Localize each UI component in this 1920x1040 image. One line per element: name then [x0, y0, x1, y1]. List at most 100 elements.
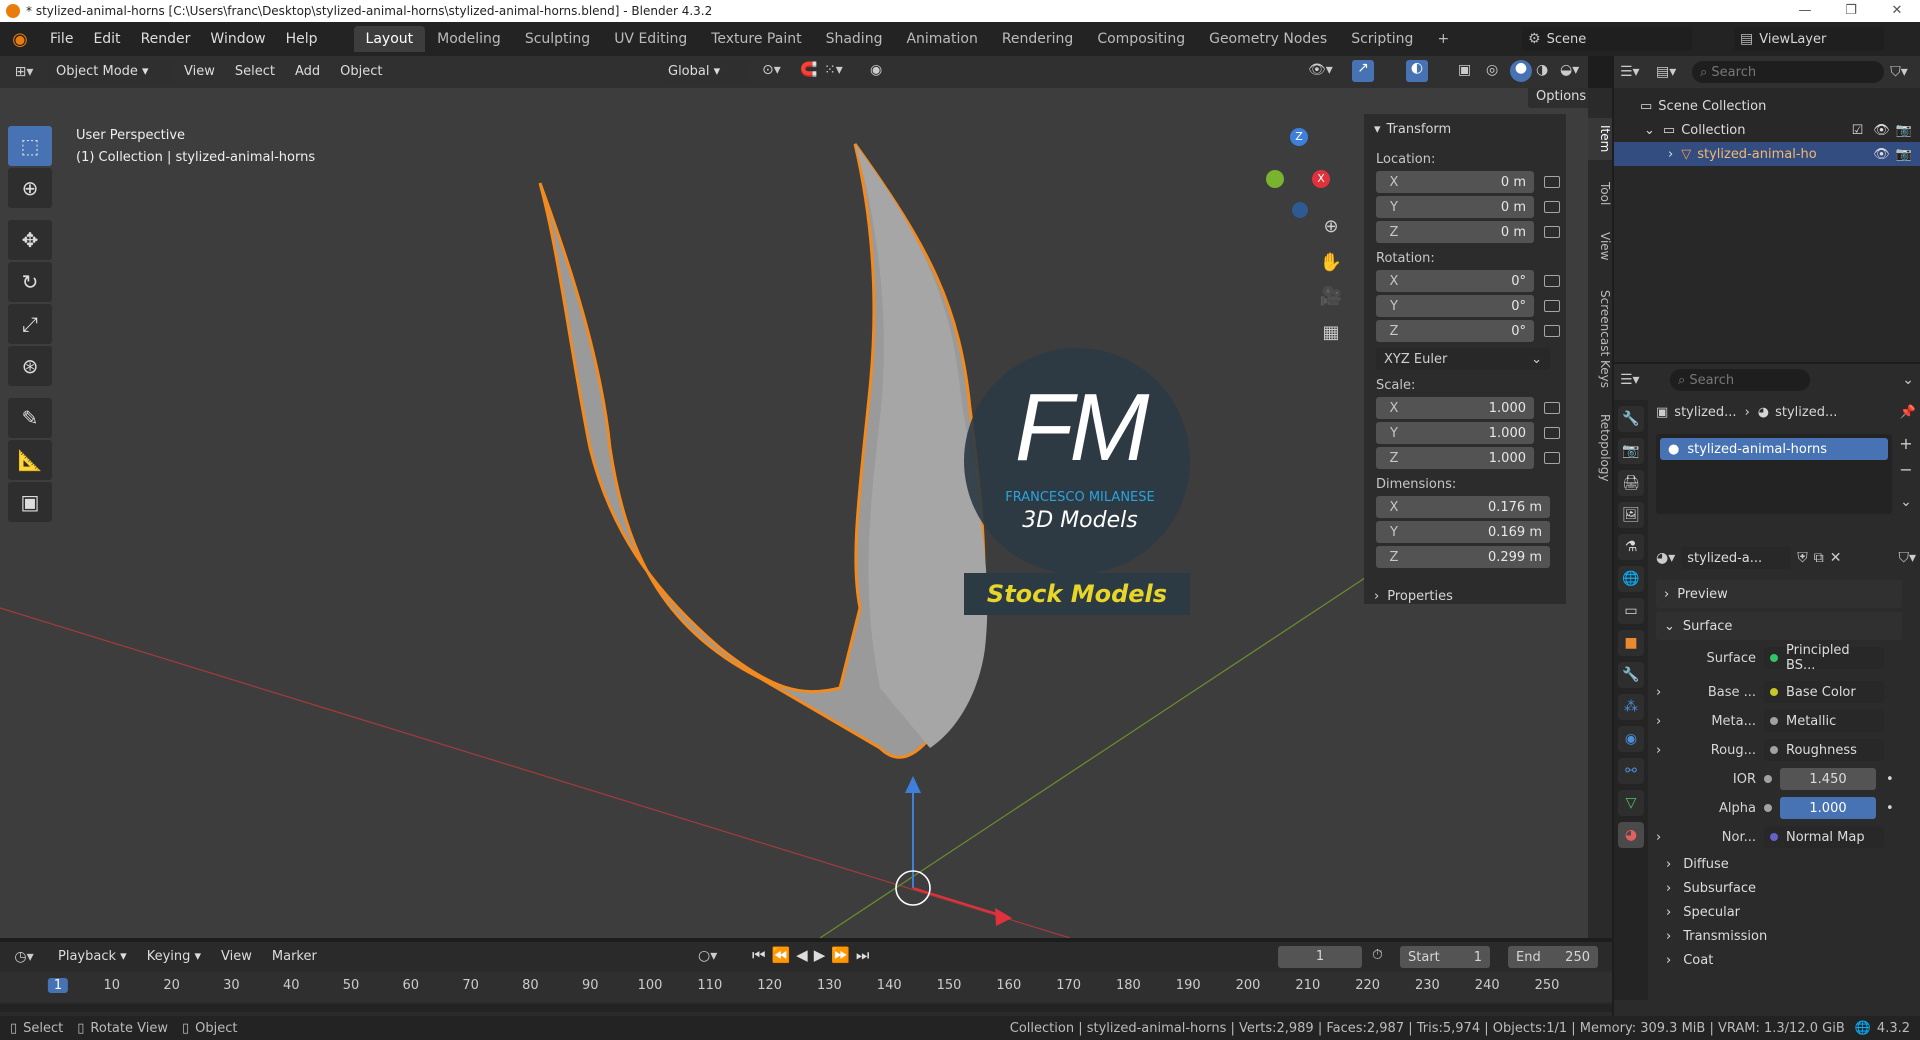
eye-icon[interactable]: 👁 [1873, 123, 1890, 138]
duplicate-material-icon[interactable]: ⧉ [1814, 550, 1824, 566]
tab-scripting[interactable]: Scripting [1339, 26, 1425, 52]
start-frame-field[interactable]: Start 1 [1400, 946, 1490, 968]
slot-menu-icon[interactable]: ⌄ [1896, 494, 1916, 510]
timeline-ruler[interactable]: 1 10 20 30 40 50 60 70 80 90 100 110 120 130 140 150 160… [0, 972, 1612, 1002]
outliner-object-row[interactable]: › ▽ stylized-animal-ho 👁 📷 [1614, 142, 1920, 166]
rotation-y-field[interactable]: Y 0° [1376, 295, 1534, 317]
chevron-right-icon[interactable]: › [1656, 830, 1680, 845]
modifier-tab-icon[interactable]: 🔧 [1618, 662, 1644, 688]
restore-icon[interactable]: ❐ [1828, 0, 1874, 22]
annotate-tool[interactable]: ✎ [8, 398, 52, 438]
lock-icon[interactable] [1544, 275, 1560, 287]
vp-menu-view[interactable]: View [174, 55, 225, 89]
alpha-field[interactable]: 1.000 [1780, 797, 1876, 819]
tab-rendering[interactable]: Rendering [990, 26, 1086, 52]
ortho-grid-icon[interactable]: ▦ [1318, 322, 1344, 343]
menu-edit[interactable]: Edit [83, 22, 130, 56]
unlink-material-icon[interactable]: ✕ [1830, 550, 1842, 566]
location-z-field[interactable]: Z 0 m [1376, 221, 1534, 243]
node-tree-icon[interactable]: ⛉▾ [1898, 550, 1916, 566]
scene-tab-icon[interactable]: ⚗ [1618, 534, 1644, 560]
chevron-down-icon[interactable]: ⌄ [1902, 372, 1914, 388]
pin-icon[interactable]: 📌 [1900, 405, 1916, 420]
menu-window[interactable]: Window [200, 22, 275, 56]
gizmo-toggle-icon[interactable]: ↗ [1352, 60, 1374, 82]
timeline-editor-icon[interactable]: ◷▾ [0, 949, 48, 965]
camera-view-icon[interactable]: 🎥 [1318, 286, 1344, 307]
timeline-menu-marker[interactable]: Marker [262, 940, 327, 974]
material-browse-icon[interactable]: ◕▾ [1656, 550, 1675, 566]
rotation-x-field[interactable]: X 0° [1376, 270, 1534, 292]
side-tab-retopology[interactable]: Retopology [1588, 408, 1612, 488]
ior-field[interactable]: 1.450 [1780, 768, 1876, 790]
scale-tool[interactable]: ⤢ [8, 304, 52, 344]
gizmo-y-axis[interactable] [1266, 170, 1284, 188]
chevron-right-icon[interactable]: › [1656, 714, 1680, 729]
outliner-collection[interactable]: ⌄ ▭ Collection ☑ 👁 📷 [1614, 118, 1920, 142]
scale-z-field[interactable]: Z 1.000 [1376, 447, 1534, 469]
lock-icon[interactable] [1544, 325, 1560, 337]
pan-hand-icon[interactable]: ✋ [1318, 252, 1344, 273]
gizmo-neg-z-axis[interactable] [1292, 202, 1308, 218]
base-color-link-button[interactable]: Base Color [1764, 681, 1884, 703]
collection-tab-icon[interactable]: ▭ [1618, 598, 1644, 624]
subsection-specular[interactable]: › Specular [1656, 900, 1902, 924]
rotation-mode-dropdown[interactable]: XYZ Euler ⌄ [1376, 348, 1550, 370]
tab-layout[interactable]: Layout [353, 26, 426, 52]
shading-wireframe-icon[interactable]: ◎ [1486, 62, 1498, 78]
properties-search-input[interactable]: ⌕ Search [1670, 369, 1810, 391]
side-tab-item[interactable]: Item [1588, 118, 1612, 160]
lock-icon[interactable] [1544, 201, 1560, 213]
viewlayer-selector[interactable]: ▤ ViewLayer [1734, 27, 1884, 51]
side-tab-tool[interactable]: Tool [1588, 174, 1612, 214]
shading-rendered-icon[interactable]: ◒▾ [1560, 62, 1579, 78]
rotate-tool[interactable]: ↻ [8, 262, 52, 302]
vp-menu-add[interactable]: Add [285, 55, 330, 89]
location-x-field[interactable]: X 0 m [1376, 171, 1534, 193]
side-tab-screencast-keys[interactable]: Screencast Keys [1588, 284, 1612, 394]
measure-tool[interactable]: 📐 [8, 440, 52, 480]
proportional-edit-icon[interactable]: ◉ [870, 62, 882, 78]
menu-file[interactable]: File [40, 22, 83, 56]
vp-menu-object[interactable]: Object [330, 55, 392, 89]
dimensions-x-field[interactable]: X 0.176 m [1376, 496, 1550, 518]
eye-icon[interactable]: 👁 [1873, 147, 1890, 162]
lock-icon[interactable] [1544, 176, 1560, 188]
properties-panel-header[interactable]: › Properties [1364, 582, 1566, 610]
display-mode-icon[interactable]: ▤▾ [1656, 64, 1692, 80]
transform-panel-header[interactable]: ▾ Transform [1364, 114, 1566, 144]
lock-icon[interactable] [1544, 452, 1560, 464]
subsection-subsurface[interactable]: › Subsurface [1656, 876, 1902, 900]
tab-texture-paint[interactable]: Texture Paint [699, 26, 813, 52]
material-tab-icon[interactable]: ◕ [1618, 822, 1644, 848]
metallic-link-button[interactable]: Metallic [1764, 710, 1884, 732]
camera-icon[interactable]: 📷 [1896, 123, 1912, 138]
stopwatch-icon[interactable]: ⏱ [1372, 947, 1383, 963]
options-dropdown[interactable]: Options ▾ [1528, 88, 1588, 108]
side-tab-view[interactable]: View [1588, 226, 1612, 266]
checkbox-icon[interactable]: ☑ [1852, 123, 1864, 138]
properties-editor-icon[interactable]: ☰▾ [1620, 372, 1670, 388]
material-slot-item[interactable]: ● stylized-animal-horns [1660, 438, 1888, 460]
tab-animation[interactable]: Animation [894, 26, 989, 52]
rotation-z-field[interactable]: Z 0° [1376, 320, 1534, 342]
minimize-icon[interactable]: — [1782, 0, 1828, 22]
auto-keying-icon[interactable]: ○▾ [698, 948, 717, 964]
shading-solid-icon[interactable]: ● [1510, 60, 1532, 82]
3d-viewport[interactable]: ⬚ ⊕ ✥ ↻ ⤢ ⊛ ✎ 📐 ▣ User Perspective (1) C… [0, 88, 1588, 938]
scale-y-field[interactable]: Y 1.000 [1376, 422, 1534, 444]
keyframe-dot-icon[interactable]: • [1886, 772, 1894, 787]
outliner-editor-icon[interactable]: ☰▾ [1620, 64, 1656, 80]
normal-map-link-button[interactable]: Normal Map [1764, 826, 1884, 848]
zoom-icon[interactable]: ⊕ [1318, 216, 1344, 237]
data-tab-icon[interactable]: ▽ [1618, 790, 1644, 816]
timeline-scrollbar[interactable] [0, 1004, 1612, 1012]
snap-icon[interactable]: 🧲 [800, 62, 817, 78]
filter-icon[interactable]: ⛉▾ [1884, 64, 1914, 80]
subsection-transmission[interactable]: › Transmission [1656, 924, 1902, 948]
subsection-coat[interactable]: › Coat [1656, 948, 1902, 972]
fake-user-shield-icon[interactable]: ⛨ [1797, 550, 1808, 566]
subsection-diffuse[interactable]: › Diffuse [1656, 852, 1902, 876]
timeline-menu-playback[interactable]: Playback ▾ [48, 940, 137, 974]
pivot-icon[interactable]: ⊙▾ [762, 62, 781, 78]
